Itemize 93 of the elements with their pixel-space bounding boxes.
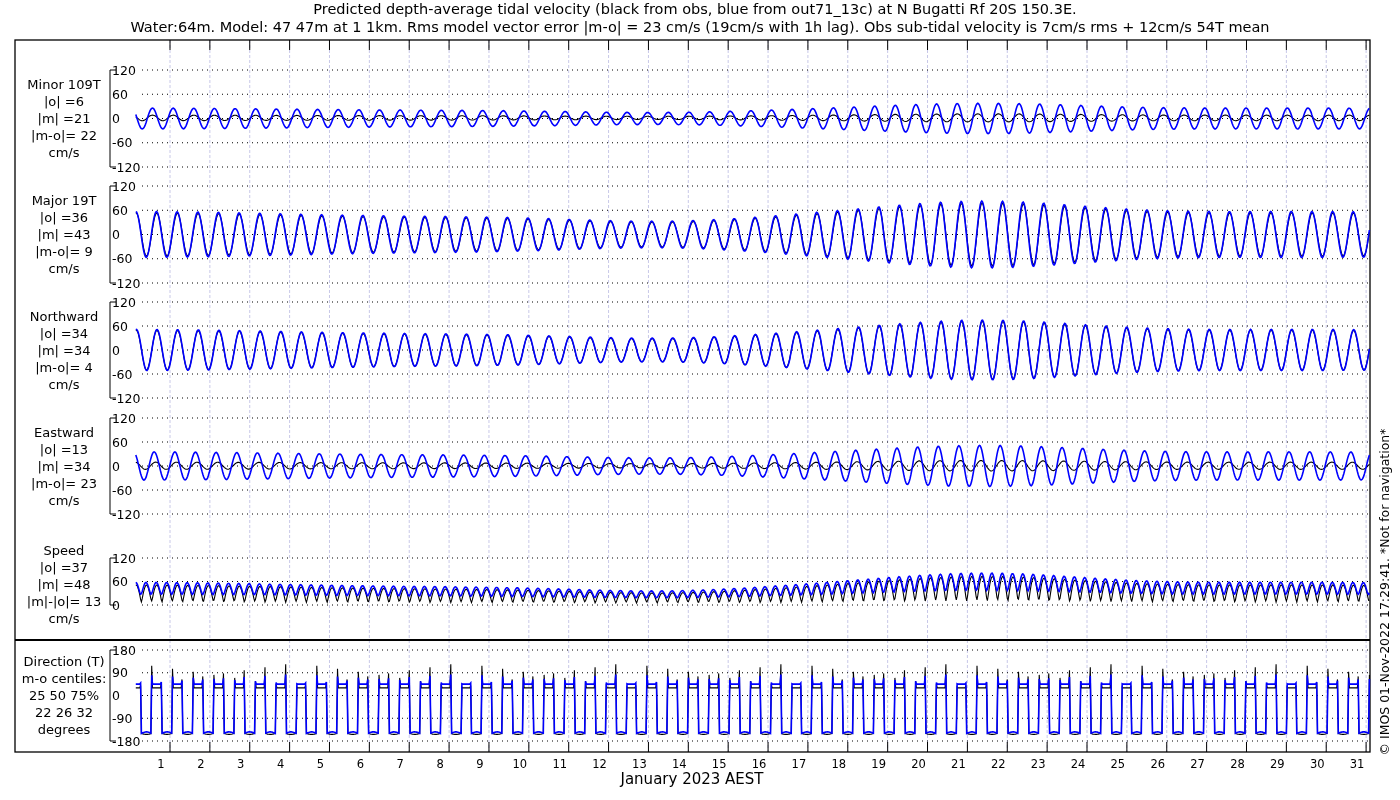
x-tick-label: 22: [990, 757, 1006, 771]
y-tick-label: -60: [112, 135, 133, 151]
x-tick-label: 17: [791, 757, 807, 771]
y-tick-label: 60: [112, 318, 128, 334]
x-tick-label: 7: [396, 757, 404, 771]
chart-title: Predicted depth-average tidal velocity (black from obs, blue from out71_13c) at N Bugatti Rf 20S 150.3E.: [313, 1, 1077, 17]
x-tick-label: 6: [356, 757, 364, 771]
y-tick-label: 0: [112, 688, 120, 703]
y-tick-label: -90: [112, 710, 133, 726]
x-tick-label: 1: [157, 757, 165, 771]
x-tick-label: 30: [1309, 757, 1325, 771]
panel-label: Northward: [29, 308, 99, 324]
y-tick-label: 180: [112, 642, 136, 658]
panel-label: degrees: [37, 722, 91, 737]
x-tick-label: 21: [951, 757, 966, 771]
panel-label: m-o centiles:: [21, 671, 107, 686]
chart-title: Water:64m. Model: 47 47m at 1 1km. Rms model vector error |m-o| = 23 cm/s (19cm/s with 1h lag). Obs sub-tidal velocity is 7cm/s rms + 12cm/s 54T mean: [130, 19, 1270, 35]
panel-label: |m-o|= 9: [35, 244, 93, 259]
panel-label: Speed: [43, 543, 85, 558]
y-tick-label: -60: [112, 251, 133, 267]
x-tick-label: 26: [1150, 757, 1166, 771]
panel-label: cm/s: [48, 145, 80, 160]
y-tick-label: -120: [112, 390, 141, 406]
y-tick-label: 90: [112, 665, 128, 681]
panel-label: cm/s: [48, 261, 80, 276]
panel-label: |m|-|o|= 13: [26, 594, 102, 609]
x-tick-label: 11: [552, 757, 567, 771]
x-tick-label: 27: [1190, 757, 1205, 771]
panel-label: |o| =34: [39, 325, 89, 341]
y-tick-label: 0: [112, 111, 120, 126]
x-tick-label: 9: [476, 757, 484, 771]
panel-label: |m| =34: [37, 458, 91, 474]
x-tick-label: 12: [592, 757, 607, 771]
x-tick-label: 31: [1349, 757, 1365, 771]
panel-label: Minor 109T: [27, 77, 101, 92]
x-tick-label: 19: [871, 757, 886, 771]
panel-label: |m-o|= 22: [31, 128, 97, 143]
x-tick-label: 3: [237, 757, 245, 771]
y-tick-label: 120: [112, 62, 136, 78]
x-tick-label: 14: [672, 757, 687, 771]
x-tick-label: 28: [1230, 757, 1245, 771]
y-tick-label: 120: [112, 178, 136, 194]
y-tick-label: -60: [112, 482, 133, 498]
panel-label: |o| =37: [39, 560, 89, 575]
y-tick-label: 60: [112, 574, 128, 589]
y-tick-label: -120: [112, 275, 141, 291]
panel-label: cm/s: [48, 611, 80, 626]
x-tick-label: 2: [197, 757, 205, 771]
y-tick-label: 0: [112, 227, 120, 242]
y-tick-label: 120: [112, 550, 136, 566]
y-tick-label: 0: [112, 597, 120, 613]
x-tick-label: 4: [276, 757, 285, 771]
x-tick-label: 24: [1070, 757, 1086, 771]
panel-label: cm/s: [48, 492, 80, 508]
x-tick-label: 25: [1110, 757, 1126, 771]
y-tick-label: -120: [112, 506, 141, 522]
x-tick-label: 13: [632, 757, 647, 771]
x-tick-label: 8: [436, 757, 444, 771]
panel-label: |o| =36: [39, 210, 89, 225]
y-tick-label: 60: [112, 434, 128, 450]
panel-label: |m| =48: [37, 577, 91, 592]
panel-label: |m| =34: [37, 342, 91, 358]
x-tick-label: 20: [911, 757, 926, 771]
panel-label: |m-o|= 23: [31, 475, 97, 491]
y-tick-label: 60: [112, 202, 128, 218]
panel-label: cm/s: [48, 376, 80, 392]
y-tick-label: -180: [112, 733, 141, 749]
panel-label: 22 26 32: [35, 705, 93, 720]
panel-label: Major 19T: [31, 193, 97, 208]
panel-label: 25 50 75%: [28, 688, 100, 703]
panel-label: |o| =6: [44, 94, 84, 109]
panel-label: |m-o|= 4: [35, 359, 93, 375]
x-tick-label: 10: [512, 757, 528, 771]
y-tick-label: 0: [112, 342, 120, 358]
panel-label: Direction (T): [23, 654, 105, 669]
x-tick-label: 29: [1270, 757, 1285, 771]
y-tick-label: -60: [112, 366, 133, 382]
x-tick-label: 5: [316, 757, 325, 771]
footer-note: © IMOS 01-Nov-2022 17:29:41. *Not for navigation*: [1377, 428, 1392, 756]
panel-label: |o| =13: [39, 441, 89, 457]
y-tick-label: 60: [112, 86, 128, 102]
panel-label: Eastward: [34, 424, 94, 440]
y-tick-label: 120: [112, 294, 136, 310]
y-tick-label: 0: [112, 458, 120, 474]
x-tick-label: 16: [751, 757, 767, 771]
x-tick-label: 15: [711, 757, 727, 771]
panel-label: |m| =21: [37, 111, 91, 126]
x-tick-label: 18: [831, 757, 847, 771]
y-tick-label: -120: [112, 159, 141, 175]
y-tick-label: 120: [112, 410, 136, 426]
x-axis-label: January 2023 AEST: [620, 770, 764, 788]
x-tick-label: 23: [1030, 757, 1046, 771]
panel-label: |m| =43: [37, 227, 91, 242]
